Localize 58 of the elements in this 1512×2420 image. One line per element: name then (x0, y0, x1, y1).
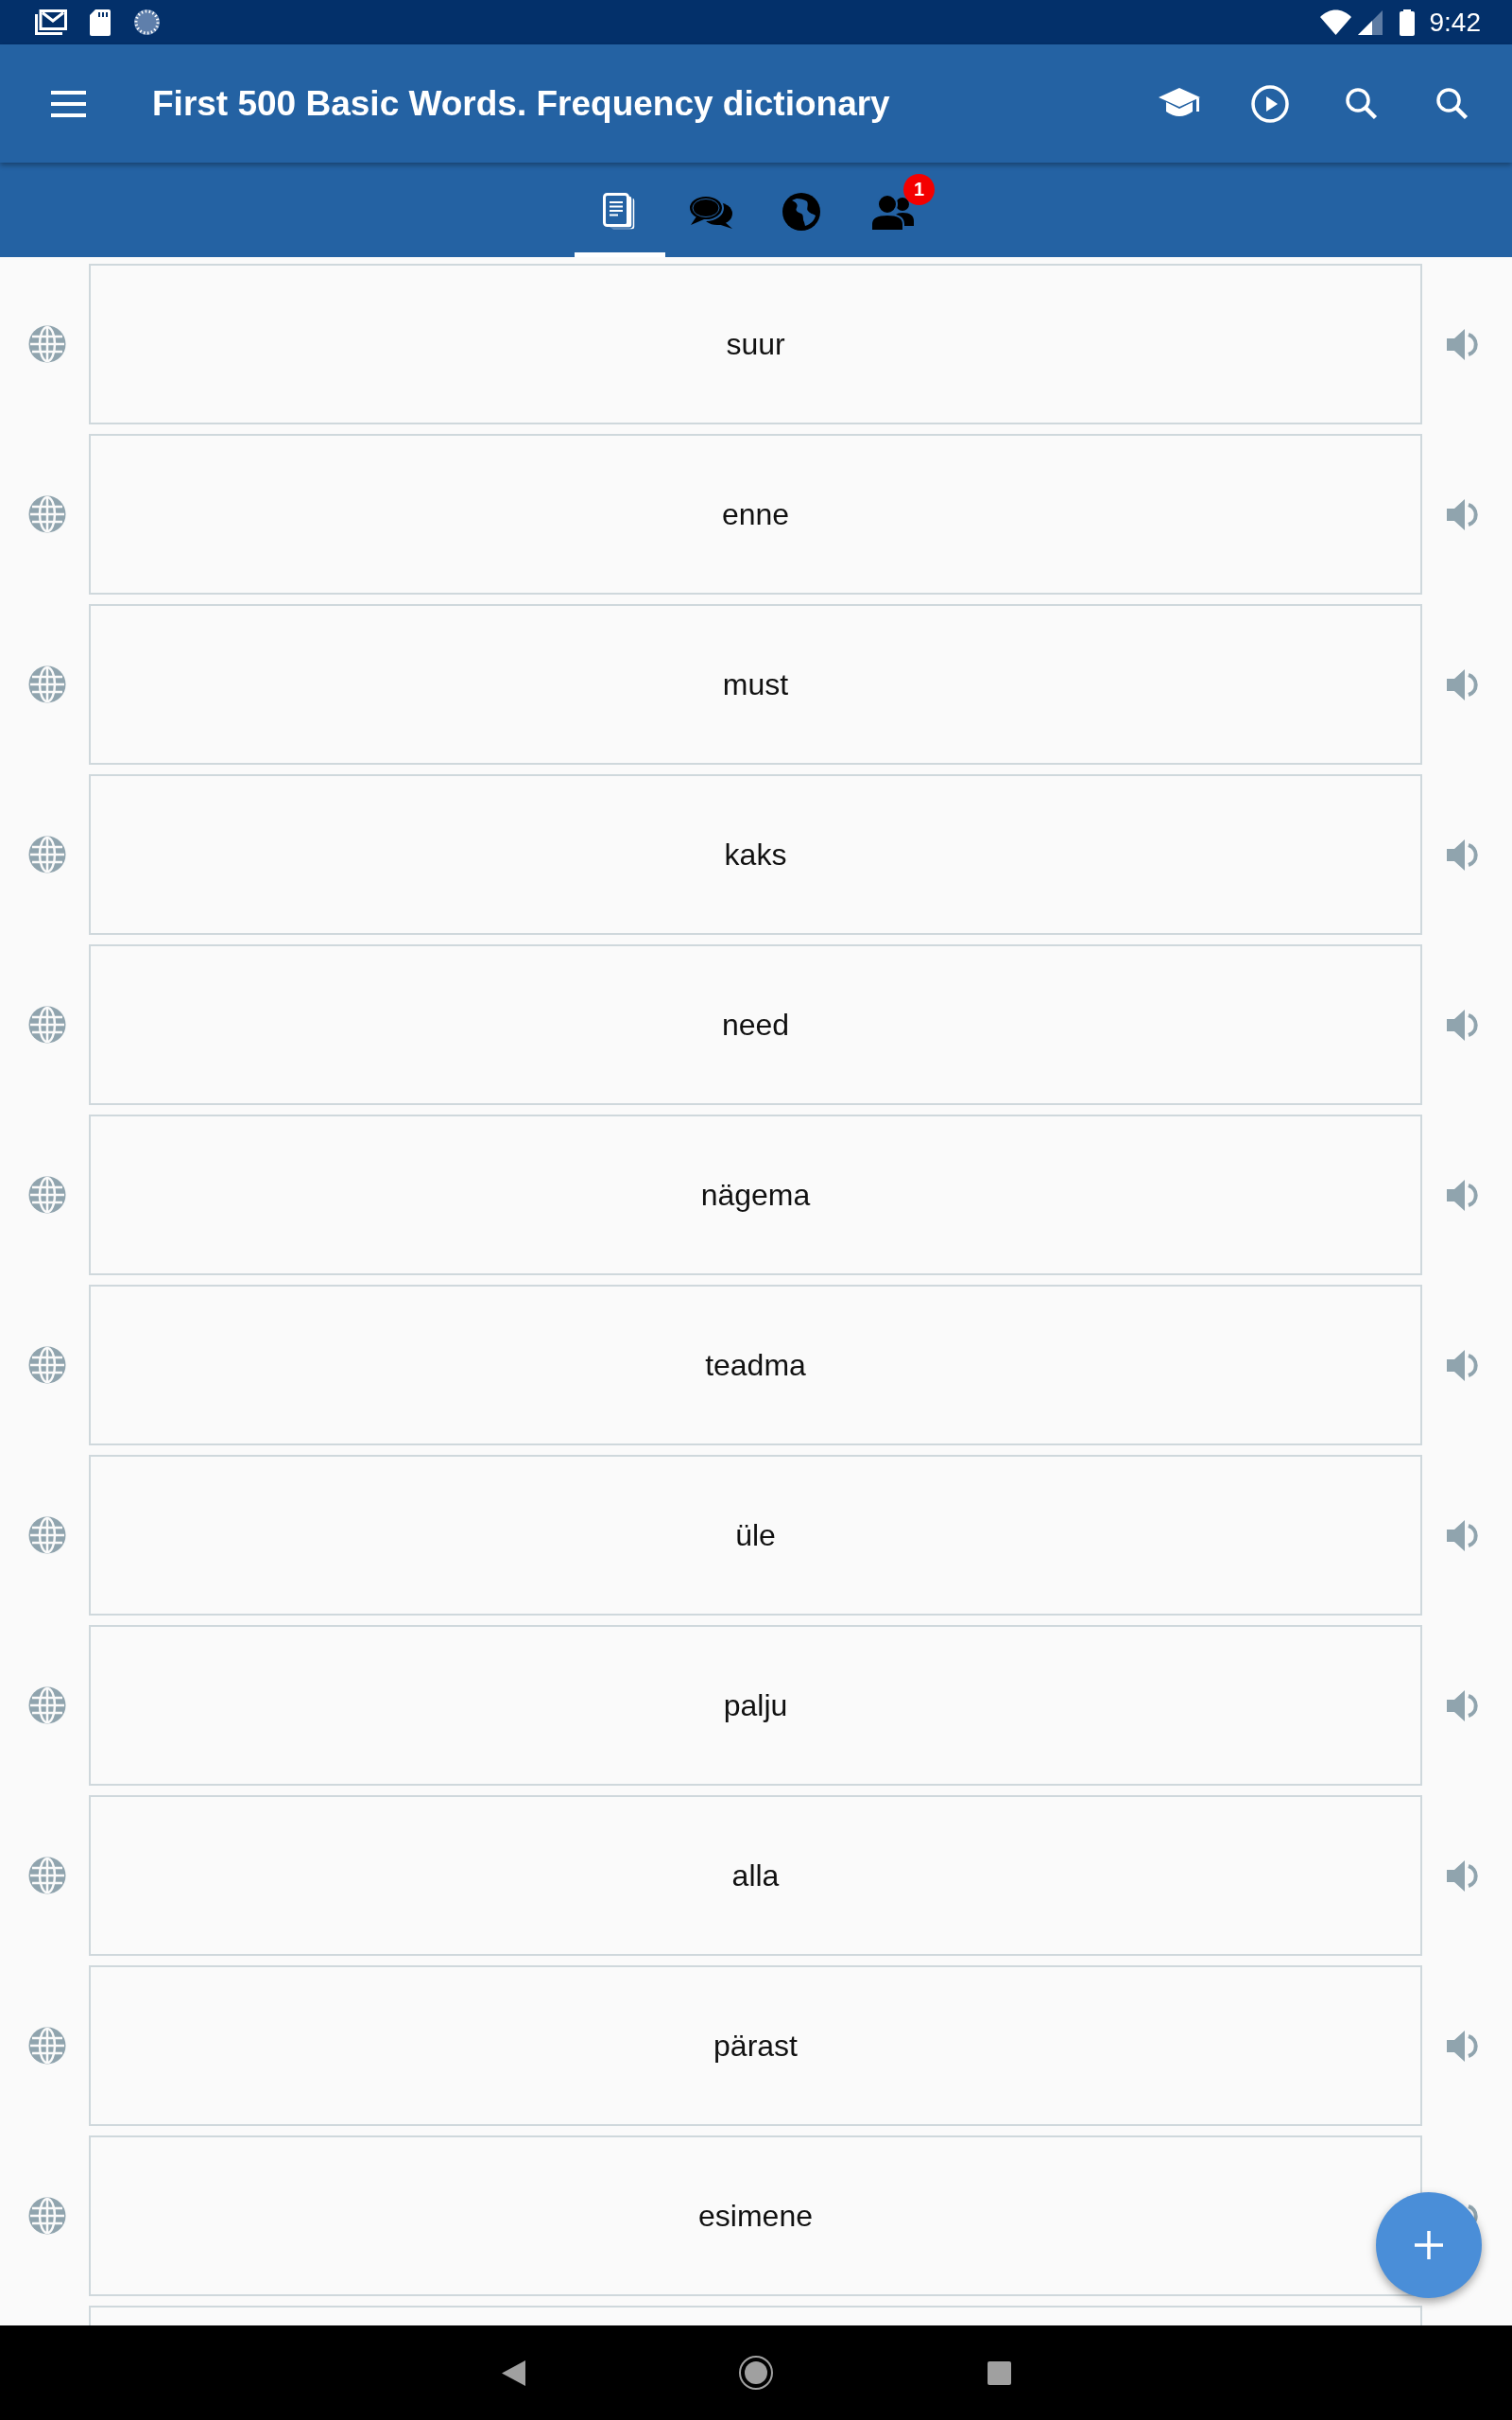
search-icon (1435, 87, 1469, 120)
globe-icon[interactable] (28, 836, 66, 873)
speaker-icon[interactable] (1446, 1177, 1481, 1213)
speaker-icon[interactable] (1446, 837, 1481, 873)
speaker-icon[interactable] (1446, 1007, 1481, 1043)
word-card: enne (89, 434, 1422, 595)
chat-icon (688, 194, 733, 230)
word-card: esimene (89, 2135, 1422, 2296)
globe-icon[interactable] (28, 1176, 66, 1214)
speaker-icon[interactable] (1446, 1347, 1481, 1383)
globe-icon[interactable] (28, 2027, 66, 2065)
globe-icon[interactable] (28, 325, 66, 363)
battery-icon (1399, 9, 1415, 36)
status-time: 9:42 (1429, 9, 1481, 36)
word-card: palju (89, 1625, 1422, 1786)
word-card: kaks (89, 774, 1422, 935)
globe-icon[interactable] (28, 666, 66, 703)
mail-icon (35, 9, 67, 35)
home-icon (739, 2356, 773, 2390)
speaker-icon[interactable] (1446, 496, 1481, 532)
sd-card-icon (90, 9, 111, 36)
speaker-icon[interactable] (1446, 326, 1481, 362)
word-card: pärast (89, 1965, 1422, 2126)
globe-icon[interactable] (28, 1346, 66, 1384)
back-icon (501, 2360, 525, 2386)
globe-icon[interactable] (28, 1516, 66, 1554)
word-card: teadma (89, 1285, 1422, 1445)
menu-icon (51, 90, 86, 117)
plus-icon (1415, 2231, 1443, 2259)
word-card: üle (89, 1455, 1422, 1616)
speaker-icon[interactable] (1446, 1687, 1481, 1723)
document-icon (603, 192, 637, 232)
wifi-icon (1319, 9, 1351, 35)
search-icon (1344, 87, 1378, 120)
word-card: need (89, 944, 1422, 1105)
notification-badge: 1 (903, 174, 935, 205)
speaker-icon[interactable] (1446, 2028, 1481, 2064)
word-card: suur (89, 264, 1422, 424)
speaker-icon[interactable] (1446, 666, 1481, 702)
globe-icon[interactable] (28, 1686, 66, 1724)
word-card: must (89, 604, 1422, 765)
dotted-circle-icon (133, 9, 161, 36)
globe-icon[interactable] (28, 1857, 66, 1894)
globe-icon[interactable] (28, 1006, 66, 1044)
tab[interactable]: 1 (847, 163, 937, 257)
globe-icon (782, 193, 820, 231)
people-icon (869, 193, 915, 231)
play-icon (1251, 84, 1289, 123)
app-title: First 500 Basic Words. Frequency dictionary (152, 83, 890, 124)
word-card: alla (89, 1795, 1422, 1956)
menu-button[interactable] (51, 90, 86, 117)
word-card: nägema (89, 1115, 1422, 1275)
globe-icon[interactable] (28, 495, 66, 533)
speaker-icon[interactable] (1446, 1858, 1481, 1893)
speaker-icon[interactable] (1446, 1517, 1481, 1553)
globe-icon[interactable] (28, 2197, 66, 2235)
signal-icon (1357, 9, 1383, 35)
recents-icon (987, 2360, 1011, 2385)
